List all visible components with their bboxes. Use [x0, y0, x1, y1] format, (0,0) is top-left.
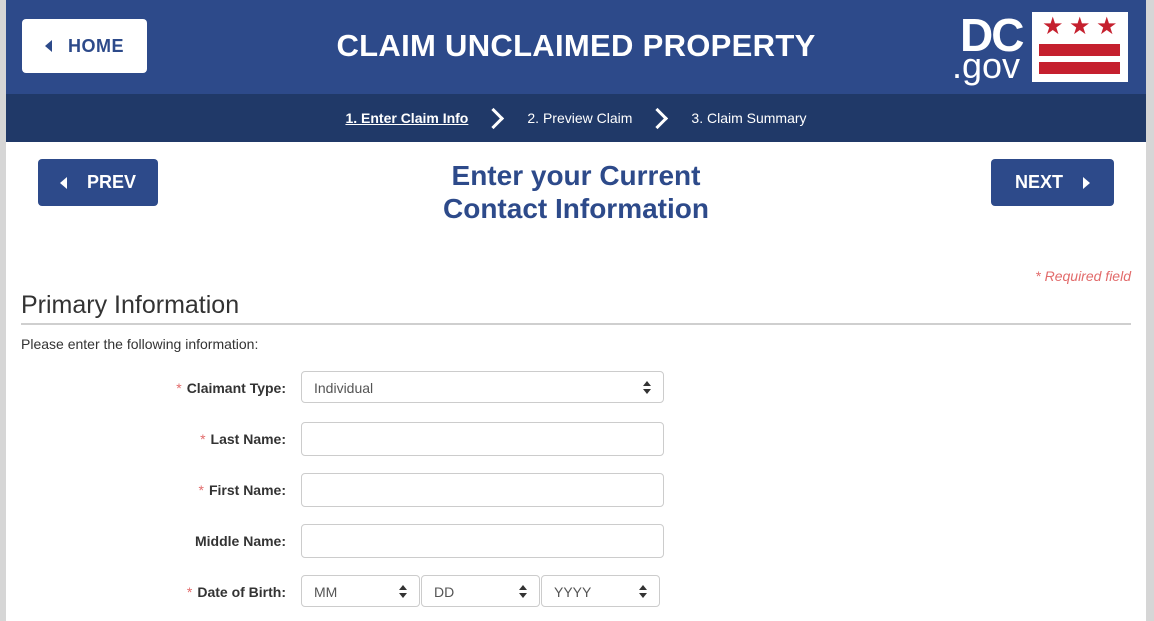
- next-button[interactable]: NEXT: [991, 159, 1114, 206]
- dob-month-select[interactable]: MM: [301, 575, 420, 607]
- section-divider: [21, 323, 1131, 325]
- required-marker: *: [200, 431, 206, 447]
- middle-name-row: Middle Name:: [6, 524, 1146, 558]
- required-marker: *: [176, 380, 182, 396]
- select-arrows-icon: [643, 381, 651, 395]
- select-arrows-icon: [639, 585, 647, 599]
- claimant-type-label: * Claimant Type:: [176, 380, 286, 396]
- last-name-row: * Last Name:: [6, 422, 1146, 456]
- header: HOME CLAIM UNCLAIMED PROPERTY DC .gov ★ …: [6, 0, 1146, 94]
- first-name-label: * First Name:: [198, 482, 286, 498]
- logo-gov-text: .gov: [952, 45, 1021, 86]
- next-label: NEXT: [1014, 172, 1063, 192]
- caret-right-icon: [1083, 176, 1090, 189]
- dob-label: * Date of Birth:: [186, 584, 286, 600]
- middle-name-input[interactable]: [301, 524, 664, 558]
- dob-month-value: MM: [314, 584, 338, 600]
- middle-name-label: Middle Name:: [194, 533, 286, 549]
- dc-flag-icon: ★ ★ ★: [1032, 12, 1128, 82]
- select-arrows-icon: [519, 585, 527, 599]
- claimant-type-select[interactable]: Individual: [301, 371, 664, 403]
- select-arrows-icon: [399, 585, 407, 599]
- dob-row: * Date of Birth: MM DD YYYY: [6, 575, 1146, 609]
- form-heading-line2: Contact Information: [443, 193, 709, 224]
- chevron-right-icon: [483, 107, 505, 129]
- progress-steps: 1. Enter Claim Info 2. Preview Claim 3. …: [6, 94, 1146, 142]
- required-marker: *: [198, 482, 204, 498]
- page: HOME CLAIM UNCLAIMED PROPERTY DC .gov ★ …: [6, 0, 1146, 621]
- dob-day-select[interactable]: DD: [421, 575, 540, 607]
- first-name-input[interactable]: [301, 473, 664, 507]
- step-claim-summary: 3. Claim Summary: [691, 110, 807, 126]
- chevron-right-icon: [647, 107, 669, 129]
- form-instructions: Please enter the following information:: [21, 336, 259, 352]
- claimant-type-row: * Claimant Type: Individual: [6, 371, 1146, 405]
- form-heading-line1: Enter your Current: [451, 160, 701, 191]
- dob-day-value: DD: [434, 584, 455, 600]
- section-title: Primary Information: [21, 291, 240, 319]
- dc-gov-logo[interactable]: DC .gov ★ ★ ★: [952, 10, 1132, 86]
- dob-year-value: YYYY: [554, 584, 592, 600]
- step-preview-claim: 2. Preview Claim: [527, 110, 633, 126]
- required-marker: *: [186, 584, 193, 600]
- form-heading: Enter your Current Contact Information: [6, 159, 1146, 225]
- claimant-type-value: Individual: [314, 380, 374, 396]
- required-field-note: * Required field: [1035, 268, 1131, 284]
- dob-year-select[interactable]: YYYY: [541, 575, 660, 607]
- first-name-row: * First Name:: [6, 473, 1146, 507]
- step-enter-claim-info[interactable]: 1. Enter Claim Info: [341, 110, 472, 126]
- last-name-label: * Last Name:: [200, 431, 286, 447]
- last-name-input[interactable]: [301, 422, 664, 456]
